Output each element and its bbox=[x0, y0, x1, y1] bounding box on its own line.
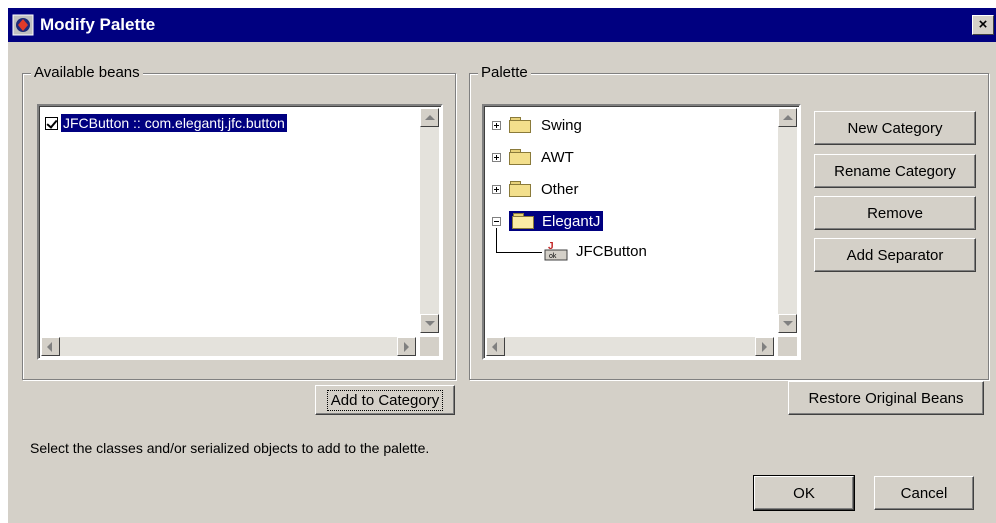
tree-node-label: Other bbox=[541, 180, 579, 198]
available-beans-list[interactable]: JFCButton :: com.elegantj.jfc.button bbox=[37, 104, 443, 360]
expand-icon[interactable] bbox=[492, 152, 501, 162]
bean-checkbox[interactable] bbox=[45, 116, 58, 130]
scroll-left-button[interactable] bbox=[486, 337, 505, 356]
right-arrow-icon bbox=[762, 342, 767, 352]
close-button[interactable]: × bbox=[972, 15, 994, 35]
horizontal-scrollbar[interactable] bbox=[486, 337, 774, 356]
restore-original-beans-button[interactable]: Restore Original Beans bbox=[788, 381, 984, 415]
tree-node-swing[interactable]: Swing bbox=[492, 116, 582, 134]
remove-button[interactable]: Remove bbox=[814, 196, 976, 230]
ok-button[interactable]: OK bbox=[753, 475, 855, 511]
folder-icon bbox=[509, 148, 533, 166]
tree-node-label: Swing bbox=[541, 116, 582, 134]
window-title: Modify Palette bbox=[40, 15, 156, 34]
add-to-category-button[interactable]: Add to Category bbox=[315, 385, 455, 415]
open-folder-icon bbox=[512, 212, 536, 230]
modify-palette-dialog: Modify Palette × Available beans JFCButt… bbox=[8, 8, 996, 523]
cancel-button[interactable]: Cancel bbox=[874, 476, 974, 510]
folder-icon bbox=[509, 116, 533, 134]
title-bar[interactable]: Modify Palette × bbox=[8, 8, 996, 42]
tree-connector-line bbox=[496, 228, 497, 253]
scroll-up-button[interactable] bbox=[420, 108, 439, 127]
down-arrow-icon bbox=[425, 321, 435, 326]
up-arrow-icon bbox=[783, 115, 793, 120]
scroll-corner bbox=[778, 337, 797, 356]
left-arrow-icon bbox=[47, 342, 52, 352]
bean-label: JFCButton :: com.elegantj.jfc.button bbox=[61, 114, 287, 132]
available-beans-group: Available beans JFCButton :: com.elegant… bbox=[22, 64, 456, 380]
list-item[interactable]: JFCButton :: com.elegantj.jfc.button bbox=[45, 114, 287, 132]
collapse-icon[interactable] bbox=[492, 216, 501, 226]
expand-icon[interactable] bbox=[492, 184, 501, 194]
scroll-left-button[interactable] bbox=[41, 337, 60, 356]
scroll-corner bbox=[420, 337, 439, 356]
folder-icon bbox=[509, 180, 533, 198]
down-arrow-icon bbox=[783, 321, 793, 326]
selected-node: ElegantJ bbox=[509, 211, 604, 231]
tree-node-label: ElegantJ bbox=[542, 212, 601, 230]
scroll-down-button[interactable] bbox=[420, 314, 439, 333]
bean-icon: J ok bbox=[544, 241, 568, 261]
palette-label: Palette bbox=[478, 64, 531, 81]
scroll-up-button[interactable] bbox=[778, 108, 797, 127]
new-category-button[interactable]: New Category bbox=[814, 111, 976, 145]
tree-node-elegantj[interactable]: ElegantJ bbox=[492, 211, 604, 231]
horizontal-scrollbar[interactable] bbox=[41, 337, 416, 356]
left-arrow-icon bbox=[492, 342, 497, 352]
svg-text:ok: ok bbox=[549, 253, 557, 260]
tree-node-label: AWT bbox=[541, 148, 574, 166]
up-arrow-icon bbox=[425, 115, 435, 120]
tree-node-label: JFCButton bbox=[576, 242, 647, 260]
scroll-right-button[interactable] bbox=[755, 337, 774, 356]
add-separator-button[interactable]: Add Separator bbox=[814, 238, 976, 272]
scroll-right-button[interactable] bbox=[397, 337, 416, 356]
right-arrow-icon bbox=[404, 342, 409, 352]
status-text: Select the classes and/or serialized obj… bbox=[30, 440, 430, 456]
rename-category-button[interactable]: Rename Category bbox=[814, 154, 976, 188]
available-beans-label: Available beans bbox=[31, 64, 143, 81]
expand-icon[interactable] bbox=[492, 120, 501, 130]
close-icon: × bbox=[978, 16, 988, 33]
palette-tree[interactable]: Swing AWT Other ElegantJ J ok JFCButton bbox=[482, 104, 801, 360]
add-to-category-label: Add to Category bbox=[326, 389, 444, 411]
tree-node-awt[interactable]: AWT bbox=[492, 148, 574, 166]
tree-connector-line bbox=[496, 252, 542, 253]
app-icon bbox=[12, 14, 34, 36]
vertical-scrollbar[interactable] bbox=[420, 108, 439, 333]
tree-node-jfcbutton[interactable]: J ok JFCButton bbox=[544, 240, 647, 262]
scroll-down-button[interactable] bbox=[778, 314, 797, 333]
palette-group: Palette Swing AWT Other ElegantJ J ok JF… bbox=[469, 64, 989, 380]
vertical-scrollbar[interactable] bbox=[778, 108, 797, 333]
tree-node-other[interactable]: Other bbox=[492, 180, 579, 198]
